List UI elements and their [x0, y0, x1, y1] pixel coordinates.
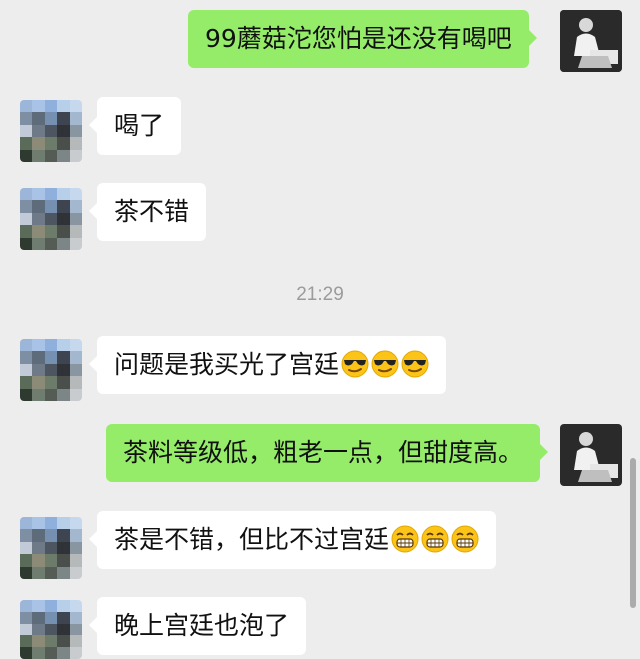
pixelated-avatar-icon	[20, 100, 82, 162]
contact-avatar[interactable]	[20, 100, 82, 162]
message-text: 喝了	[114, 111, 165, 140]
self-avatar[interactable]	[560, 10, 622, 72]
message-text: 99蘑菇沱您怕是还没有喝吧	[205, 24, 512, 53]
message-text: 茶料等级低，粗老一点，但甜度高。	[123, 438, 524, 467]
sunglasses-emoji	[341, 350, 369, 378]
message-bubble-incoming[interactable]: 喝了	[88, 97, 182, 155]
grin-emoji	[451, 525, 479, 553]
message-bubble-outgoing[interactable]: 99蘑菇沱您怕是还没有喝吧	[188, 10, 537, 68]
self-avatar[interactable]	[560, 424, 622, 486]
message-text: 晚上宫廷也泡了	[114, 611, 290, 640]
person-photo-icon	[560, 10, 622, 72]
sunglasses-emoji	[401, 350, 429, 378]
pixelated-avatar-icon	[20, 600, 82, 659]
message-text: 茶是不错，但比不过宫廷	[114, 525, 390, 554]
message-bubble-incoming[interactable]: 晚上宫廷也泡了	[88, 597, 307, 655]
chat-message-list[interactable]: 99蘑菇沱您怕是还没有喝吧 喝了 茶不错 21:29 问题是我买光了宫廷 茶料等…	[0, 0, 640, 659]
pixelated-avatar-icon	[20, 517, 82, 579]
grin-emoji	[391, 525, 419, 553]
contact-avatar[interactable]	[20, 339, 82, 401]
person-photo-icon	[560, 424, 622, 486]
contact-avatar[interactable]	[20, 517, 82, 579]
grin-emoji	[421, 525, 449, 553]
message-bubble-incoming[interactable]: 茶不错	[88, 183, 207, 241]
sunglasses-emoji	[371, 350, 399, 378]
message-bubble-outgoing[interactable]: 茶料等级低，粗老一点，但甜度高。	[106, 424, 549, 482]
pixelated-avatar-icon	[20, 339, 82, 401]
contact-avatar[interactable]	[20, 188, 82, 250]
message-text: 问题是我买光了宫廷	[114, 350, 340, 379]
message-text: 茶不错	[114, 197, 190, 226]
contact-avatar[interactable]	[20, 600, 82, 659]
scrollbar-thumb[interactable]	[630, 458, 636, 608]
pixelated-avatar-icon	[20, 188, 82, 250]
message-timestamp: 21:29	[296, 284, 344, 305]
message-bubble-incoming[interactable]: 问题是我买光了宫廷	[88, 336, 447, 394]
message-bubble-incoming[interactable]: 茶是不错，但比不过宫廷	[88, 511, 497, 569]
